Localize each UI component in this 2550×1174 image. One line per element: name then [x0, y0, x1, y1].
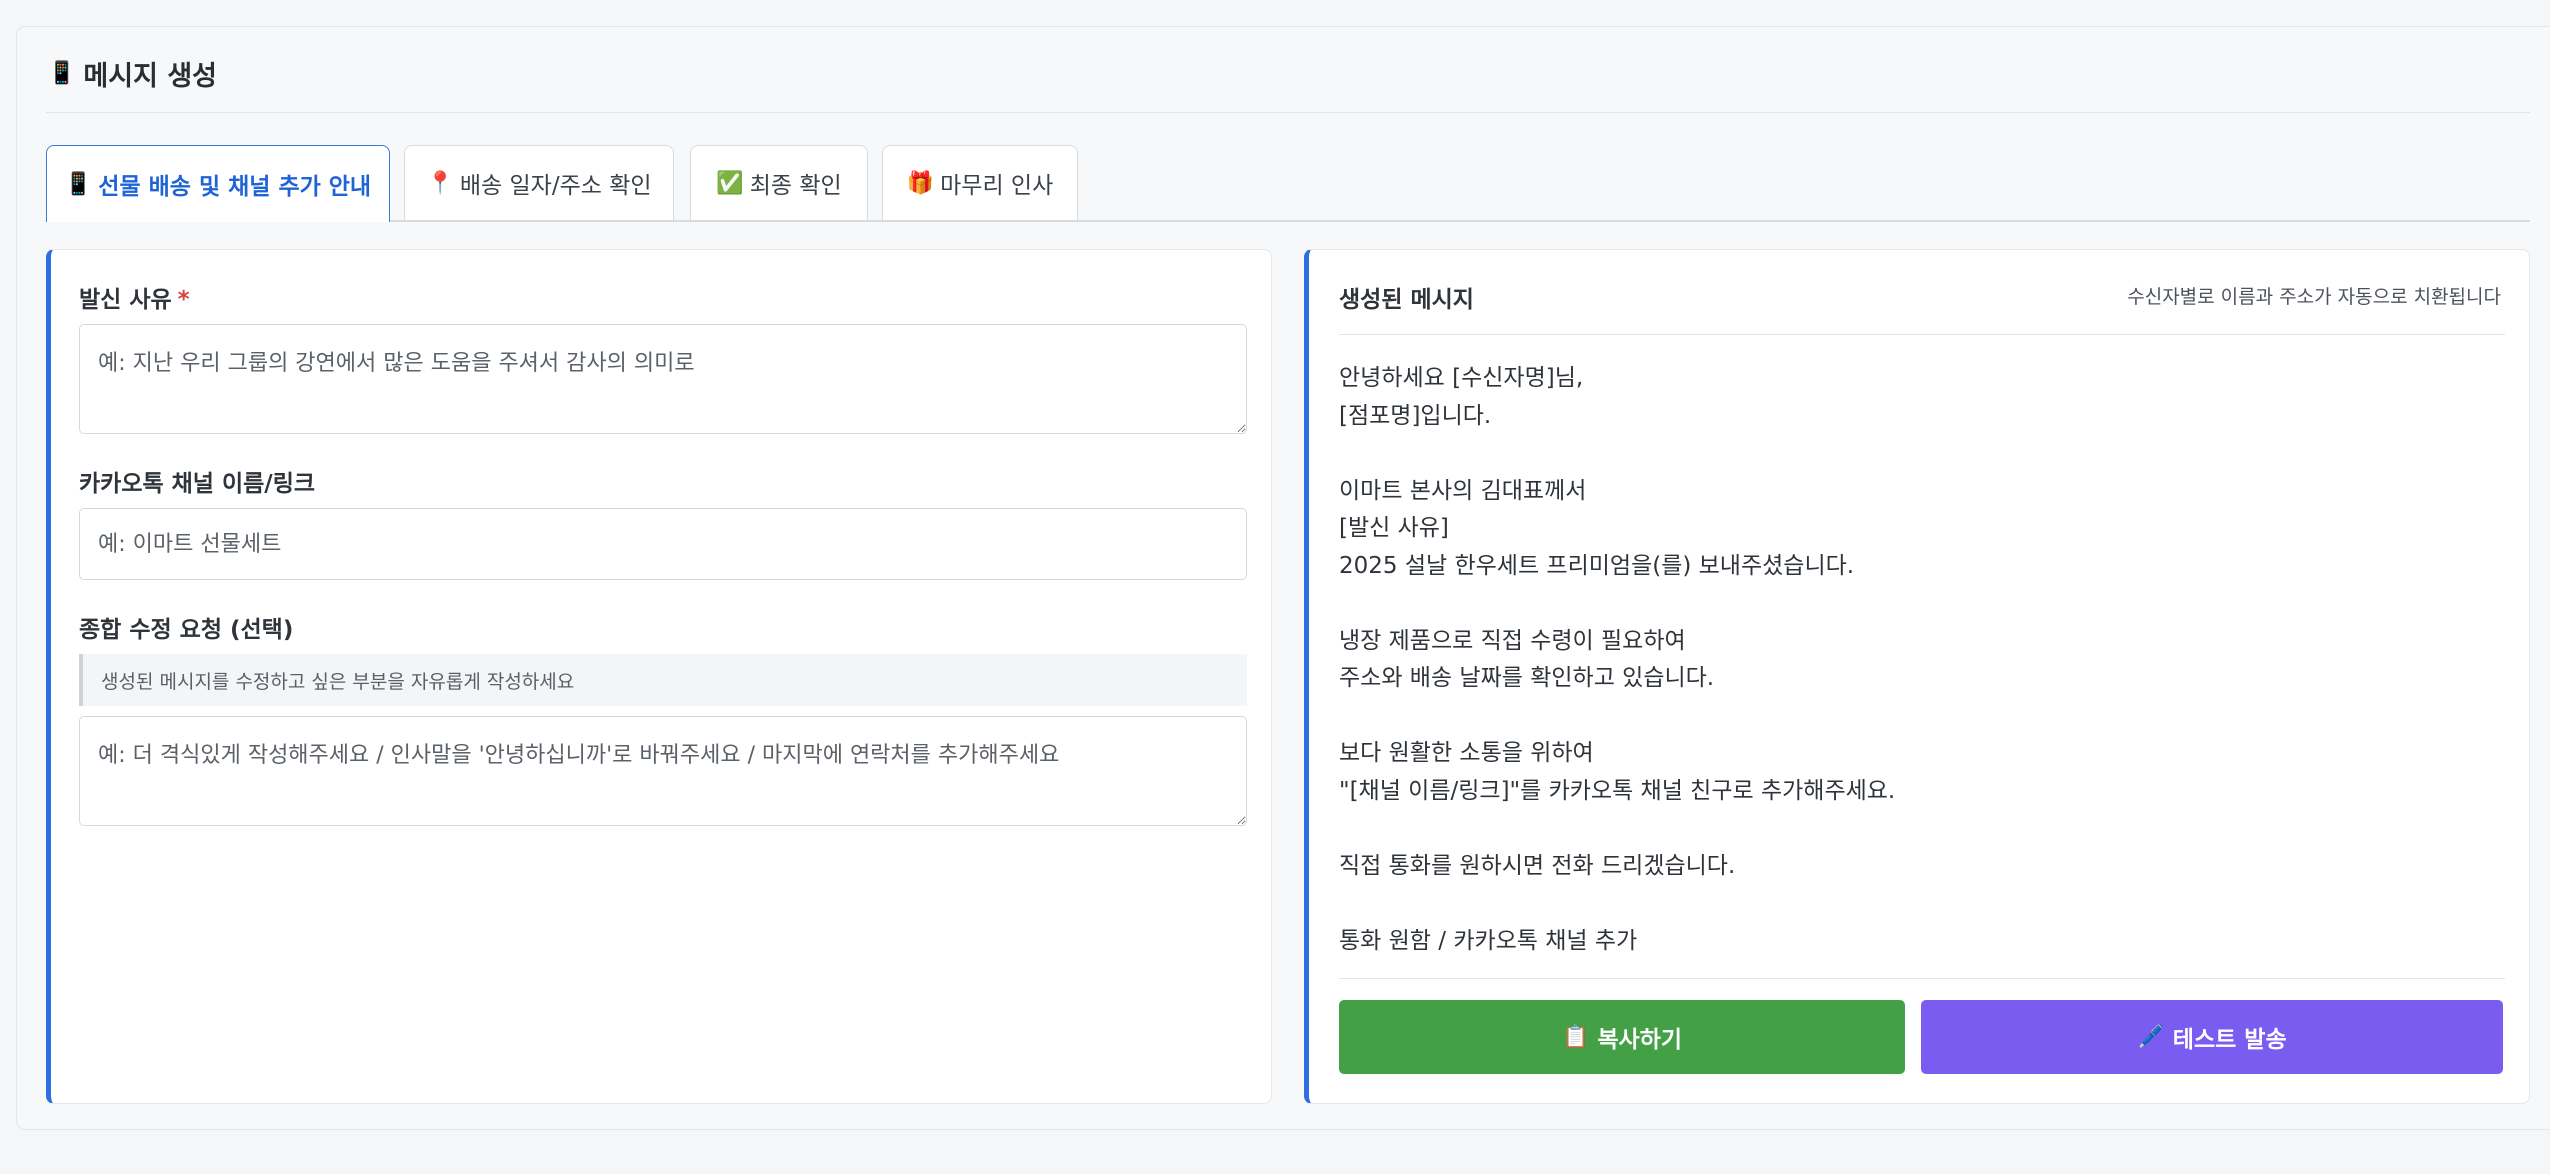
channel-label: 카카오톡 채널 이름/링크 [79, 471, 316, 497]
generated-title: 생성된 메시지 [1339, 287, 1474, 313]
message-line [1339, 810, 2499, 848]
tab-bar: 📱 선물 배송 및 채널 추가 안내 📍 배송 일자/주소 확인 ✅ 최종 확인… [46, 145, 2530, 222]
test-send-button-label: 테스트 발송 [2172, 1027, 2287, 1053]
copy-button[interactable]: 📋 복사하기 [1339, 1000, 1905, 1074]
title-divider [46, 112, 2530, 113]
phone-icon: 📱 [48, 61, 76, 86]
message-line: [점포명]입니다. [1339, 402, 1492, 429]
input-panel: 발신 사유* 카카오톡 채널 이름/링크 종합 수정 요청 (선택) 생성된 메… [46, 249, 1272, 1104]
message-line: 보다 원활한 소통을 위하여 [1339, 740, 1594, 766]
generated-message: 안녕하세요 [수신자명]님, [점포명]입니다. 이마트 본사의 김대표께서 [… [1339, 360, 2499, 960]
message-line [1339, 435, 2499, 473]
message-line: 안녕하세요 [수신자명]님, [1339, 365, 1584, 391]
message-line: "[채널 이름/링크]"를 카카오톡 채널 친구로 추가해주세요. [1339, 777, 1896, 804]
required-mark: * [177, 287, 190, 313]
output-panel: 생성된 메시지 수신자별로 이름과 주소가 자동으로 치환됩니다 안녕하세요 [… [1304, 249, 2530, 1104]
tab-label: 선물 배송 및 채널 추가 안내 [98, 174, 372, 200]
message-line: 이마트 본사의 김대표께서 [1339, 477, 1587, 504]
pin-icon: 📍 [426, 170, 454, 196]
header-divider [1339, 334, 2505, 335]
message-line: [발신 사유] [1339, 515, 1449, 541]
pencil-icon: 🖊️ [2137, 1024, 2165, 1050]
tab-label: 배송 일자/주소 확인 [459, 173, 652, 199]
tab-final-check[interactable]: ✅ 최종 확인 [690, 145, 868, 220]
reason-label-text: 발신 사유 [79, 287, 172, 313]
message-line: 냉장 제품으로 직접 수령이 필요하여 [1339, 627, 1686, 654]
message-line [1339, 585, 2499, 623]
tab-label: 마무리 인사 [940, 173, 1054, 199]
revision-hint: 생성된 메시지를 수정하고 싶은 부분을 자유롭게 작성하세요 [79, 654, 1247, 706]
reason-textarea[interactable] [79, 324, 1247, 434]
message-line: 주소와 배송 날짜를 확인하고 있습니다. [1339, 665, 1715, 691]
footer-divider [1339, 978, 2505, 979]
page-title: 📱 메시지 생성 [48, 54, 217, 93]
tab-label: 최종 확인 [749, 173, 842, 199]
substitution-note: 수신자별로 이름과 주소가 자동으로 치환됩니다 [2127, 286, 2501, 308]
check-icon: ✅ [716, 170, 744, 196]
message-line: 직접 통화를 원하시면 전화 드리겠습니다. [1339, 852, 1736, 879]
reason-label: 발신 사유 * [79, 280, 190, 314]
message-line: 2025 설날 한우세트 프리미엄을(를) 보내주셨습니다. [1339, 552, 1855, 579]
test-send-button[interactable]: 🖊️ 테스트 발송 [1921, 1000, 2503, 1074]
message-line [1339, 698, 2499, 736]
tab-gift-delivery[interactable]: 📱 선물 배송 및 채널 추가 안내 [46, 145, 390, 222]
revision-textarea[interactable] [79, 716, 1247, 826]
message-line: 통화 원함 / 카카오톡 채널 추가 [1339, 927, 1638, 954]
revision-label: 종합 수정 요청 (선택) [79, 617, 294, 643]
page-title-text: 메시지 생성 [83, 61, 218, 92]
channel-input[interactable] [79, 508, 1247, 580]
message-line [1339, 885, 2499, 923]
gift-icon: 🎁 [906, 170, 935, 196]
tab-delivery-date-address[interactable]: 📍 배송 일자/주소 확인 [404, 145, 674, 220]
phone-icon: 📱 [64, 171, 93, 197]
clipboard-icon: 📋 [1561, 1024, 1590, 1050]
tab-closing-greeting[interactable]: 🎁 마무리 인사 [882, 145, 1078, 220]
copy-button-label: 복사하기 [1597, 1027, 1683, 1053]
